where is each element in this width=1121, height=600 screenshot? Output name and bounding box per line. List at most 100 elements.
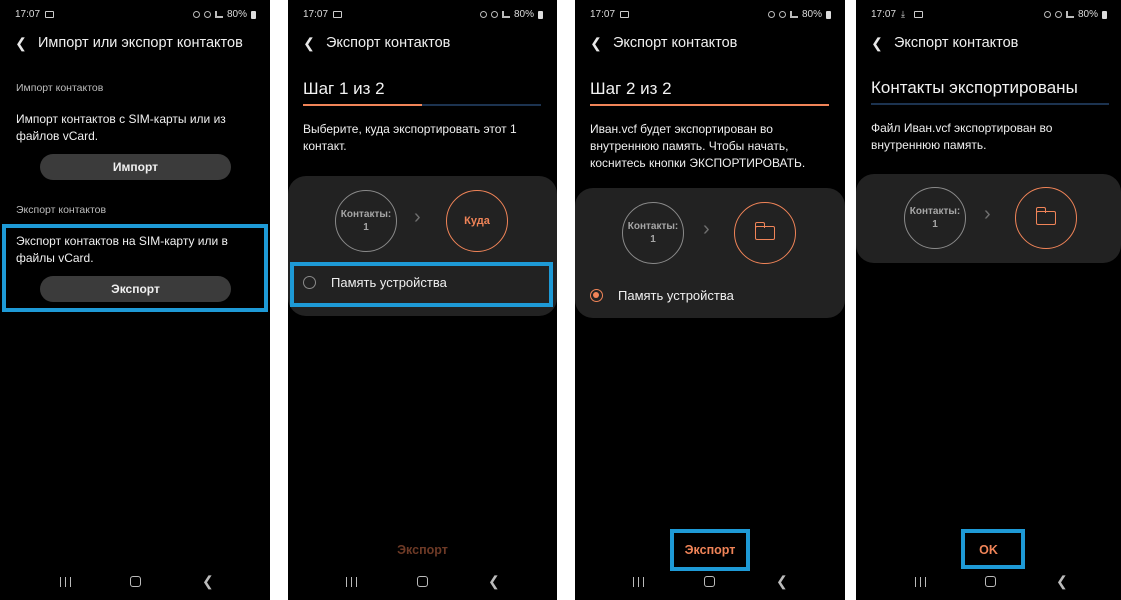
import-section-title: Импорт контактов	[16, 82, 104, 94]
status-time: 17:07	[303, 9, 329, 20]
radio-button-selected[interactable]	[590, 289, 603, 302]
gallery-notification-icon	[45, 11, 54, 18]
contacts-source-label: Контакты:	[627, 221, 679, 232]
mute-icon	[767, 11, 775, 18]
destination-label: Куда	[464, 214, 490, 227]
battery-percent: 80%	[513, 9, 534, 20]
step-description: Выберите, куда экспортировать этот 1 кон…	[303, 122, 517, 153]
status-time: 17:07	[871, 9, 897, 20]
status-time: 17:07	[590, 9, 616, 20]
recents-icon[interactable]	[633, 577, 644, 587]
option-highlight	[290, 262, 553, 307]
mute-icon	[1043, 11, 1051, 18]
back-arrow-icon[interactable]: ❮	[581, 35, 611, 52]
gallery-notification-icon	[333, 11, 342, 18]
signal-icon	[789, 11, 798, 18]
screen-import-export: 17:07 80% ❮ Импорт или экспорт контактов…	[0, 0, 270, 600]
page-title: Экспорт контактов	[326, 35, 451, 51]
destination-card: Контакты: 1 ›	[856, 174, 1121, 263]
header: ❮ Экспорт контактов	[575, 32, 845, 54]
contacts-source-circle: Контакты: 1	[335, 190, 397, 252]
ok-highlight	[961, 529, 1025, 569]
signal-icon	[214, 11, 223, 18]
battery-percent: 80%	[226, 9, 247, 20]
folder-icon	[1035, 207, 1056, 225]
contacts-source-count: 1	[363, 222, 369, 233]
chevron-right-icon: ›	[703, 218, 710, 240]
recents-icon[interactable]	[915, 577, 926, 587]
wifi-icon	[203, 11, 211, 18]
step-indicator: Шаг 2 из 2	[590, 79, 672, 98]
screen-export-complete: 17:07 ⤓ 80% ❮ Экспорт контактов Контакты…	[856, 0, 1121, 600]
chevron-right-icon: ›	[984, 203, 991, 225]
back-arrow-icon[interactable]: ❮	[294, 35, 324, 52]
gallery-notification-icon	[620, 11, 629, 18]
wifi-icon	[1054, 11, 1062, 18]
option-label: Память устройства	[618, 288, 734, 303]
export-action-highlight	[670, 529, 750, 571]
header: ❮ Экспорт контактов	[288, 32, 557, 54]
recents-icon[interactable]	[60, 577, 71, 587]
heading-underline	[871, 103, 1109, 105]
contacts-source-count: 1	[650, 234, 656, 245]
export-highlight	[2, 224, 268, 312]
export-action-button[interactable]: Экспорт	[288, 543, 557, 557]
nav-back-icon[interactable]: ❮	[776, 573, 788, 590]
destination-circle	[1015, 187, 1077, 249]
back-arrow-icon[interactable]: ❮	[6, 35, 36, 52]
nav-back-icon[interactable]: ❮	[202, 573, 214, 590]
status-bar: 17:07 80%	[0, 9, 270, 23]
battery-percent: 80%	[1077, 9, 1098, 20]
contacts-source-count: 1	[932, 219, 938, 230]
step-progress	[590, 104, 829, 106]
nav-back-icon[interactable]: ❮	[488, 573, 500, 590]
wifi-icon	[490, 11, 498, 18]
navigation-bar: ❮	[856, 573, 1121, 590]
back-arrow-icon[interactable]: ❮	[862, 35, 892, 52]
home-icon[interactable]	[985, 576, 996, 587]
step-progress	[303, 104, 541, 106]
destination-circle[interactable]: Куда	[446, 190, 508, 252]
contacts-source-label: Контакты:	[909, 206, 961, 217]
battery-icon	[251, 10, 256, 19]
battery-icon	[538, 10, 543, 19]
screen-export-step-1: 17:07 80% ❮ Экспорт контактов Шаг 1 из 2…	[288, 0, 557, 600]
nav-back-icon[interactable]: ❮	[1056, 573, 1068, 590]
navigation-bar: ❮	[288, 573, 557, 590]
completion-heading: Контакты экспортированы	[871, 78, 1078, 97]
page-title: Импорт или экспорт контактов	[38, 35, 243, 51]
status-bar: 17:07 80%	[575, 9, 845, 23]
contacts-source-circle: Контакты: 1	[622, 202, 684, 264]
home-icon[interactable]	[130, 576, 141, 587]
battery-percent: 80%	[801, 9, 822, 20]
home-icon[interactable]	[704, 576, 715, 587]
chevron-right-icon: ›	[414, 206, 421, 228]
page-title: Экспорт контактов	[894, 35, 1019, 51]
signal-icon	[501, 11, 510, 18]
folder-icon	[754, 222, 775, 240]
contacts-source-circle: Контакты: 1	[904, 187, 966, 249]
navigation-bar: ❮	[575, 573, 845, 590]
import-description: Импорт контактов с SIM-карты или из файл…	[16, 112, 226, 143]
header: ❮ Экспорт контактов	[856, 32, 1121, 54]
navigation-bar: ❮	[0, 573, 270, 590]
signal-icon	[1065, 11, 1074, 18]
page-title: Экспорт контактов	[613, 35, 738, 51]
screen-export-step-2: 17:07 80% ❮ Экспорт контактов Шаг 2 из 2…	[575, 0, 845, 600]
home-icon[interactable]	[417, 576, 428, 587]
contacts-source-label: Контакты:	[340, 209, 392, 220]
status-bar: 17:07 ⤓ 80%	[856, 9, 1121, 23]
header: ❮ Импорт или экспорт контактов	[0, 32, 270, 54]
recents-icon[interactable]	[346, 577, 357, 587]
completion-description: Файл Иван.vcf экспортирован во внутренню…	[871, 121, 1053, 152]
status-time: 17:07	[15, 9, 41, 20]
export-section-title: Экспорт контактов	[16, 204, 107, 216]
import-button[interactable]: Импорт	[40, 154, 231, 180]
battery-icon	[826, 10, 831, 19]
battery-icon	[1102, 10, 1107, 19]
step-description: Иван.vcf будет экспортирован во внутренн…	[590, 122, 806, 170]
step-progress-fill	[590, 104, 829, 106]
step-progress-fill	[303, 104, 422, 106]
destination-circle[interactable]	[734, 202, 796, 264]
destination-card: Контакты: 1 › Память устройства	[575, 188, 845, 318]
